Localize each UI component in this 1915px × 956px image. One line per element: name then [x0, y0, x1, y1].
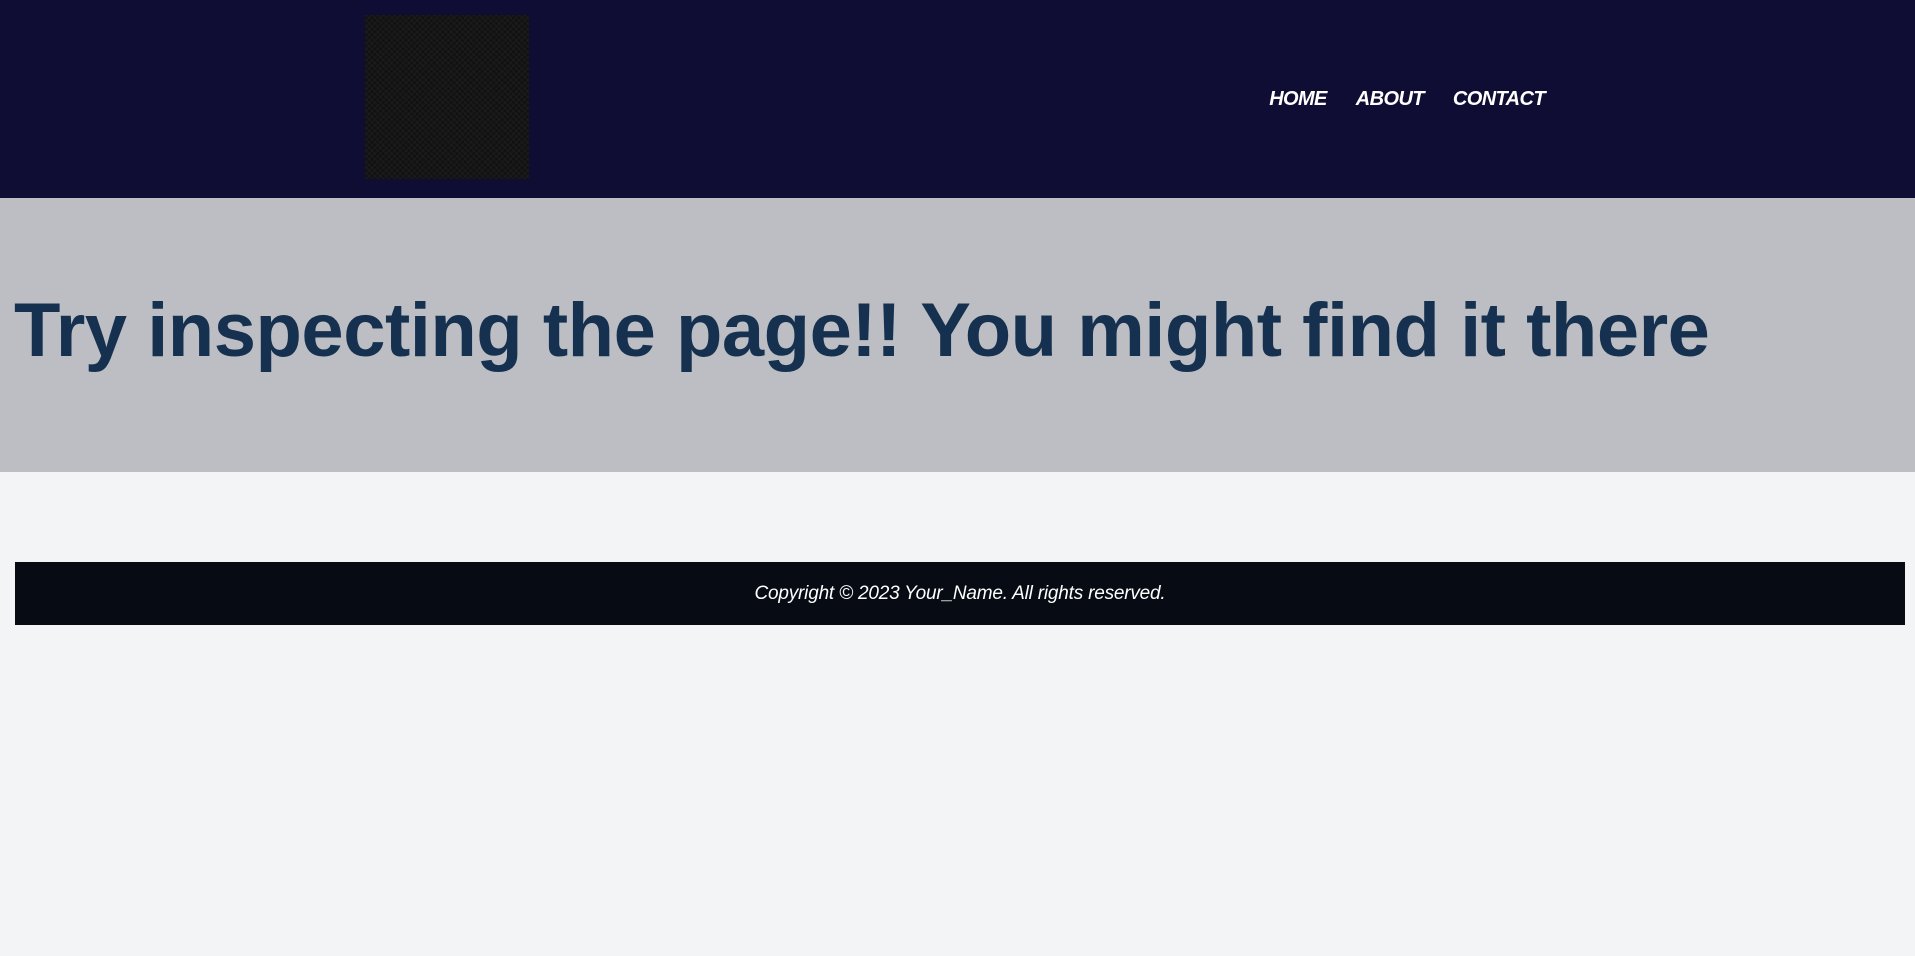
logo-image[interactable]: [365, 15, 529, 179]
page: HOME ABOUT CONTACT Try inspecting the pa…: [0, 0, 1915, 956]
main-nav: HOME ABOUT CONTACT: [1269, 86, 1545, 112]
copyright-text: Copyright © 2023 Your_Name. All rights r…: [754, 582, 1166, 604]
hero-heading: Try inspecting the page!! You might find…: [14, 288, 1710, 373]
site-header: HOME ABOUT CONTACT: [0, 0, 1915, 198]
hero-section: Try inspecting the page!! You might find…: [0, 198, 1915, 472]
nav-link-home[interactable]: HOME: [1269, 86, 1327, 112]
site-footer: Copyright © 2023 Your_Name. All rights r…: [15, 562, 1905, 625]
nav-link-contact[interactable]: CONTACT: [1453, 86, 1546, 112]
nav-link-about[interactable]: ABOUT: [1356, 86, 1425, 112]
